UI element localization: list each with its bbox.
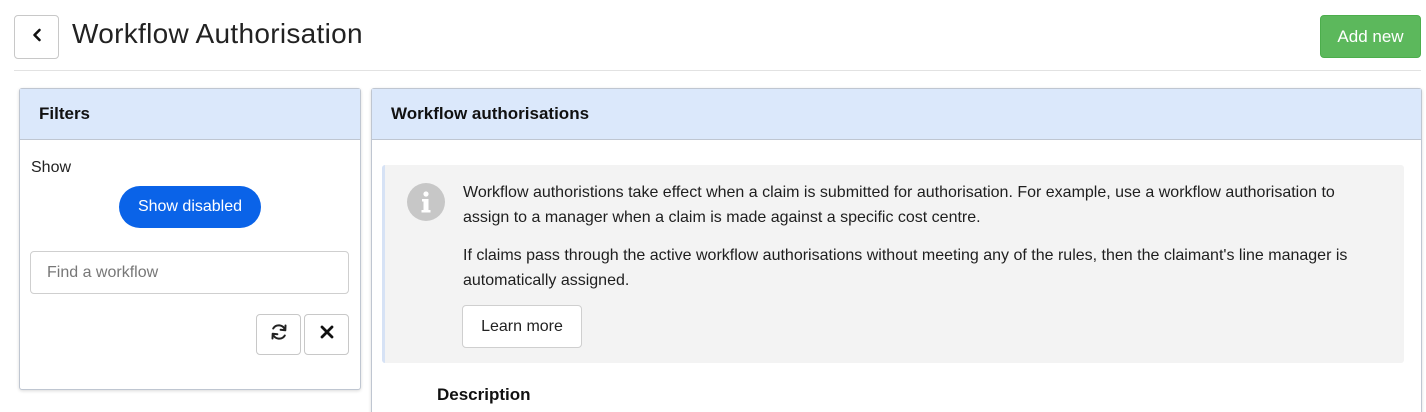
show-disabled-button[interactable]: Show disabled: [119, 186, 261, 228]
back-button[interactable]: [14, 15, 59, 59]
chevron-left-icon: [30, 28, 44, 47]
close-icon: [319, 324, 335, 345]
clear-button[interactable]: [304, 314, 349, 355]
refresh-icon: [269, 322, 289, 347]
info-paragraph-1: Workflow authoristions take effect when …: [463, 184, 1335, 226]
filters-panel: Filters Show Show disabled: [19, 88, 361, 390]
workflow-authorisations-title: Workflow authorisations: [372, 89, 1421, 140]
filters-panel-title: Filters: [20, 89, 360, 140]
learn-more-button[interactable]: Learn more: [462, 305, 582, 348]
refresh-button[interactable]: [256, 314, 301, 355]
description-heading: Description: [437, 385, 531, 404]
header-divider: [14, 70, 1421, 71]
info-box: Workflow authoristions take effect when …: [382, 165, 1404, 363]
show-label: Show: [31, 159, 72, 176]
page-title: Workflow Authorisation: [72, 18, 363, 49]
info-paragraph-2: If claims pass through the active workfl…: [463, 247, 1348, 289]
workflow-authorisations-panel: Workflow authorisations Workflow authori…: [371, 88, 1422, 412]
find-workflow-input[interactable]: [30, 251, 349, 294]
top-bar: Workflow Authorisation Add new: [0, 0, 1426, 72]
add-new-button[interactable]: Add new: [1320, 15, 1421, 58]
info-icon: [407, 183, 445, 221]
